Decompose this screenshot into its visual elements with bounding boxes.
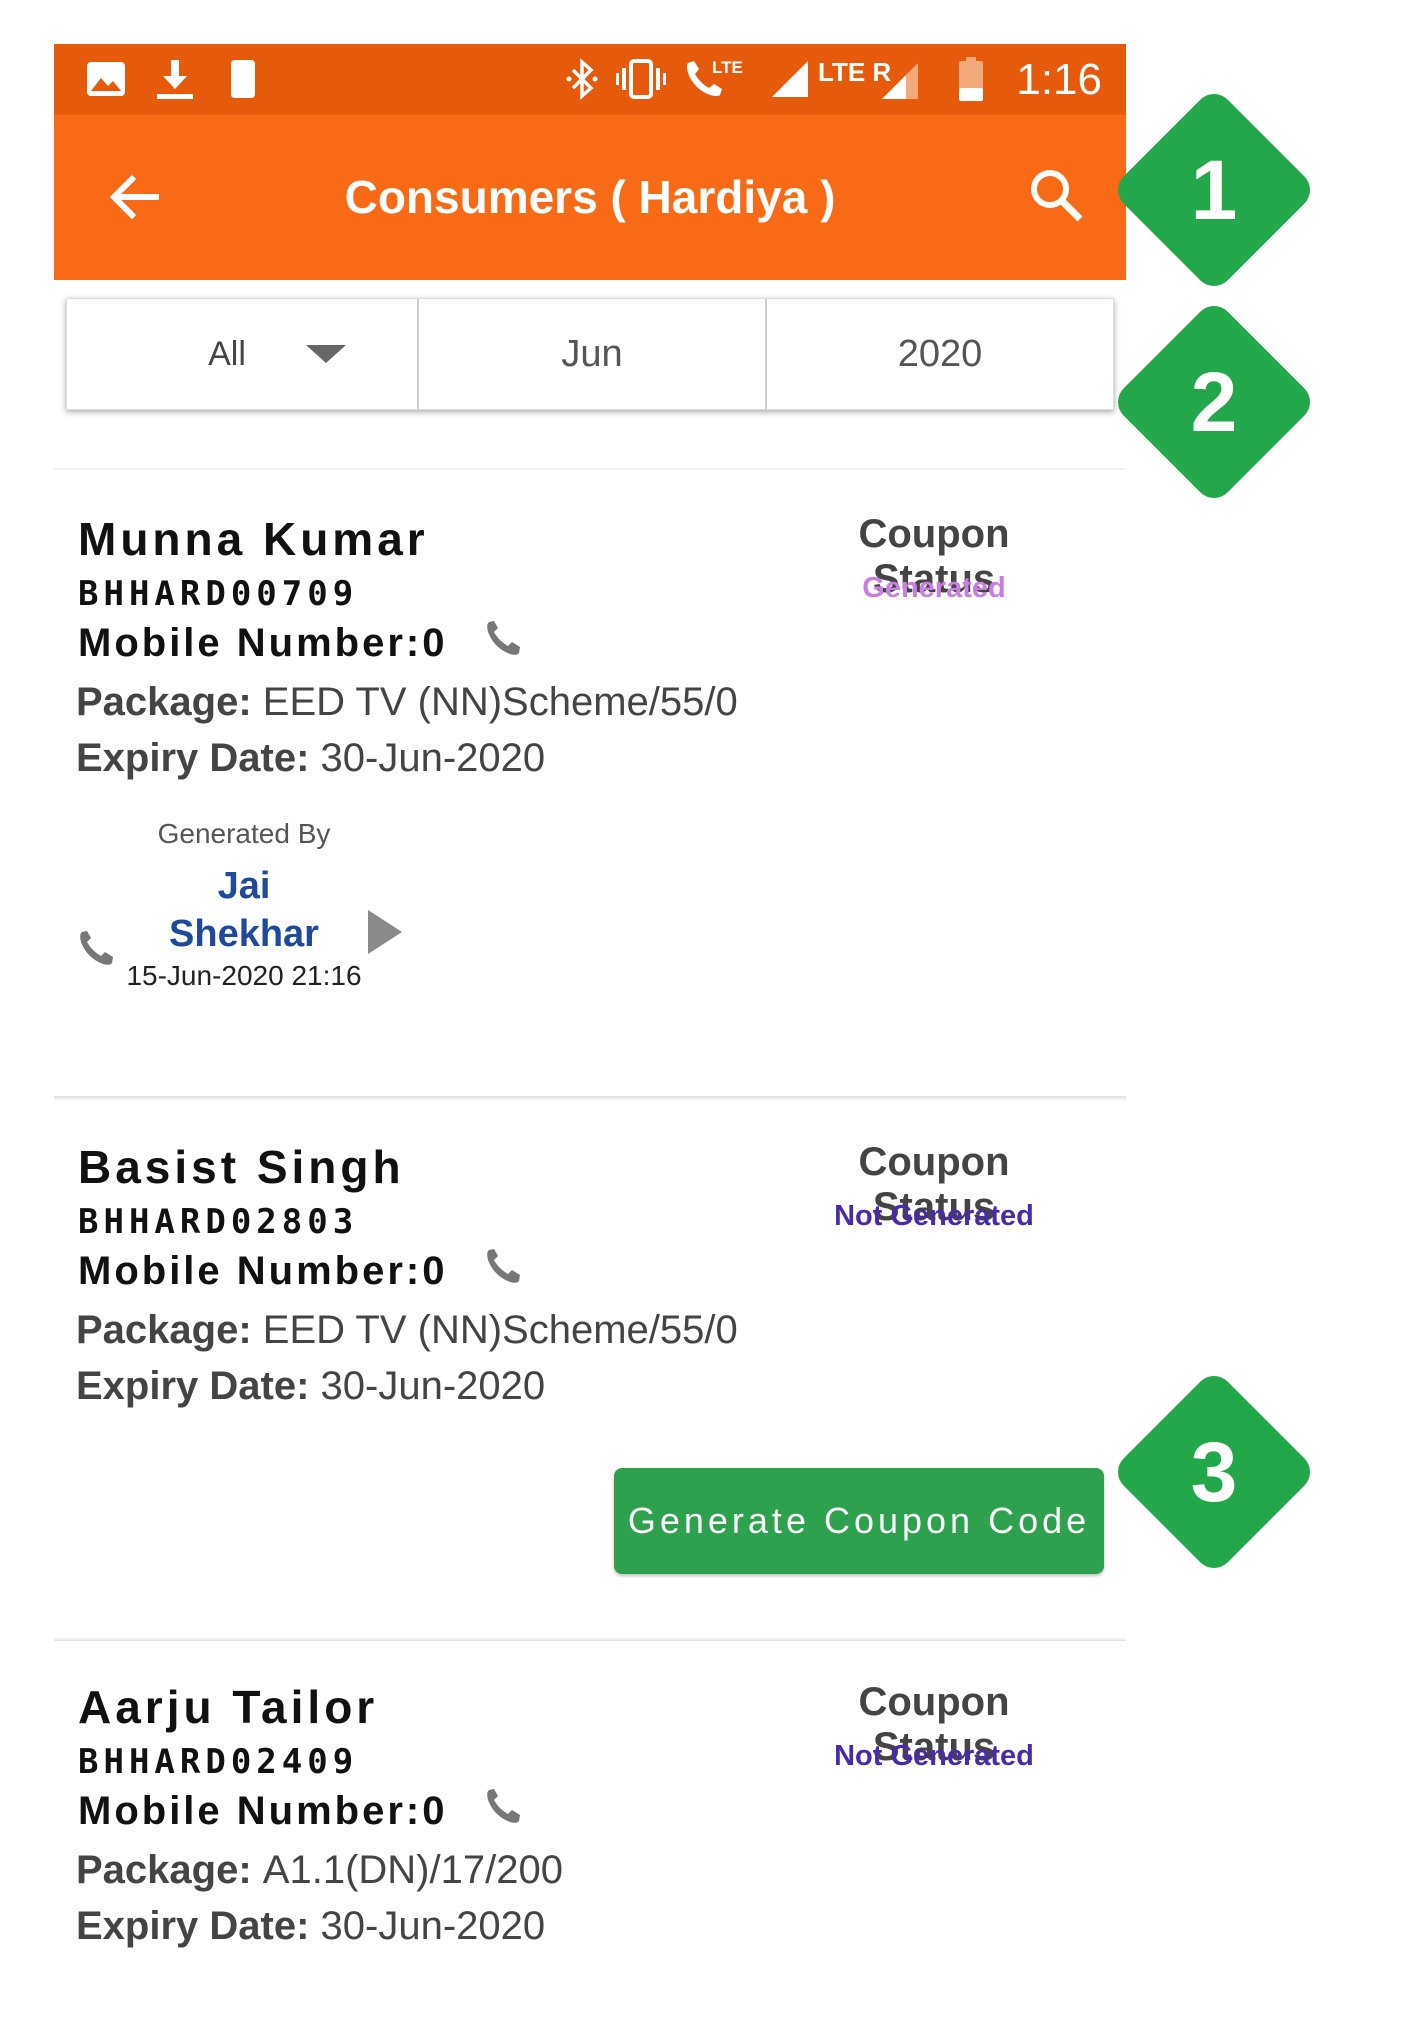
year-selector[interactable]: 2020 <box>765 299 1113 409</box>
month-value: Jun <box>561 332 623 375</box>
call-icon[interactable] <box>483 1246 523 1296</box>
battery-icon <box>956 56 986 102</box>
generate-coupon-code-button[interactable]: Generate Coupon Code <box>614 1468 1104 1574</box>
expiry-label: Expiry Date: <box>76 1904 321 1948</box>
dropdown-caret-icon <box>305 345 346 363</box>
status-bar: LTE LTE R 1:16 <box>54 44 1126 115</box>
package-line: Package: EED TV (NN)Scheme/55/0 <box>76 680 738 725</box>
package-line: Package: A1.1(DN)/17/200 <box>76 1848 563 1893</box>
consumer-id: BHHARD02409 <box>78 1742 359 1782</box>
mobile-label: Mobile Number: <box>78 620 423 665</box>
generated-by-last-name[interactable]: Shekhar <box>164 910 324 958</box>
clock: 1:16 <box>1016 55 1102 104</box>
expiry-line: Expiry Date: 30-Jun-2020 <box>76 1364 545 1409</box>
package-label: Package: <box>76 1848 263 1892</box>
mobile-number: Mobile Number: 0 <box>78 1786 523 1836</box>
mobile-number: Mobile Number: 0 <box>78 1246 523 1296</box>
package-value: EED TV (NN)Scheme/55/0 <box>262 680 738 724</box>
consumer-card[interactable]: Basist Singh BHHARD02803 Mobile Number: … <box>54 1098 1126 1641</box>
mobile-value: 0 <box>422 1788 448 1833</box>
sim-card-icon <box>226 56 260 102</box>
lte-roaming-label: LTE R <box>818 57 891 87</box>
mobile-value: 0 <box>422 1248 448 1293</box>
coupon-status-value: Not Generated <box>834 1200 1034 1232</box>
filter-bar: All Jun 2020 <box>66 298 1114 410</box>
lte-roaming-signal-icon: LTE R <box>816 56 922 102</box>
month-selector[interactable]: Jun <box>417 299 765 409</box>
package-label: Package: <box>76 1308 263 1352</box>
expiry-label: Expiry Date: <box>76 1364 321 1408</box>
coupon-status-value: Generated <box>862 572 1006 604</box>
year-value: 2020 <box>897 332 983 375</box>
package-value: EED TV (NN)Scheme/55/0 <box>262 1308 738 1352</box>
download-icon <box>150 56 200 102</box>
callout-number: 1 <box>1190 142 1238 237</box>
package-line: Package: EED TV (NN)Scheme/55/0 <box>76 1308 738 1353</box>
consumer-card[interactable]: Munna Kumar BHHARD00709 Mobile Number: 0… <box>54 468 1126 1099</box>
app-bar: Consumers ( Hardiya ) <box>54 115 1126 280</box>
play-icon[interactable] <box>368 910 402 954</box>
callout-number: 3 <box>1190 1424 1238 1519</box>
consumer-name: Aarju Tailor <box>78 1681 379 1733</box>
mobile-number: Mobile Number: 0 <box>78 618 523 668</box>
package-value: A1.1(DN)/17/200 <box>262 1848 563 1892</box>
mobile-label: Mobile Number: <box>78 1788 423 1833</box>
callout-badge-1: 1 <box>1114 90 1314 290</box>
consumer-name: Munna Kumar <box>78 513 429 565</box>
call-icon[interactable] <box>483 618 523 668</box>
consumer-type-value: All <box>208 334 246 373</box>
call-icon[interactable] <box>76 928 116 973</box>
generated-by-first-name[interactable]: Jai <box>164 862 324 910</box>
consumer-id: BHHARD02803 <box>78 1202 359 1242</box>
callout-badge-2: 2 <box>1114 302 1314 502</box>
expiry-line: Expiry Date: 30-Jun-2020 <box>76 1904 545 1949</box>
generated-timestamp: 15-Jun-2020 21:16 <box>126 960 362 991</box>
mobile-label: Mobile Number: <box>78 1248 423 1293</box>
mobile-value: 0 <box>422 620 448 665</box>
expiry-value: 30-Jun-2020 <box>320 736 546 780</box>
signal-icon <box>768 56 812 102</box>
vibrate-icon <box>614 56 668 102</box>
search-icon[interactable] <box>1026 165 1086 225</box>
call-icon[interactable] <box>483 1786 523 1836</box>
callout-badge-3: 3 <box>1114 1372 1314 1572</box>
expiry-label: Expiry Date: <box>76 736 321 780</box>
consumer-name: Basist Singh <box>78 1141 405 1193</box>
image-icon <box>84 56 128 102</box>
lte-label: LTE <box>712 58 743 77</box>
package-label: Package: <box>76 680 263 724</box>
generated-by-label: Generated By <box>157 818 331 849</box>
consumer-type-dropdown[interactable]: All <box>67 299 417 409</box>
expiry-value: 30-Jun-2020 <box>320 1904 546 1948</box>
callout-number: 2 <box>1190 354 1238 449</box>
consumer-card[interactable]: Aarju Tailor BHHARD02409 Mobile Number: … <box>54 1638 1126 2020</box>
consumer-id: BHHARD00709 <box>78 574 359 614</box>
bluetooth-icon <box>562 56 602 102</box>
coupon-status-value: Not Generated <box>834 1740 1034 1772</box>
page-title: Consumers ( Hardiya ) <box>344 171 836 223</box>
expiry-line: Expiry Date: 30-Jun-2020 <box>76 736 545 781</box>
expiry-value: 30-Jun-2020 <box>320 1364 546 1408</box>
phone-screen: LTE LTE R 1:16 Consumers ( Hardiya ) All… <box>54 44 1126 2013</box>
lte-call-icon: LTE <box>682 56 744 102</box>
